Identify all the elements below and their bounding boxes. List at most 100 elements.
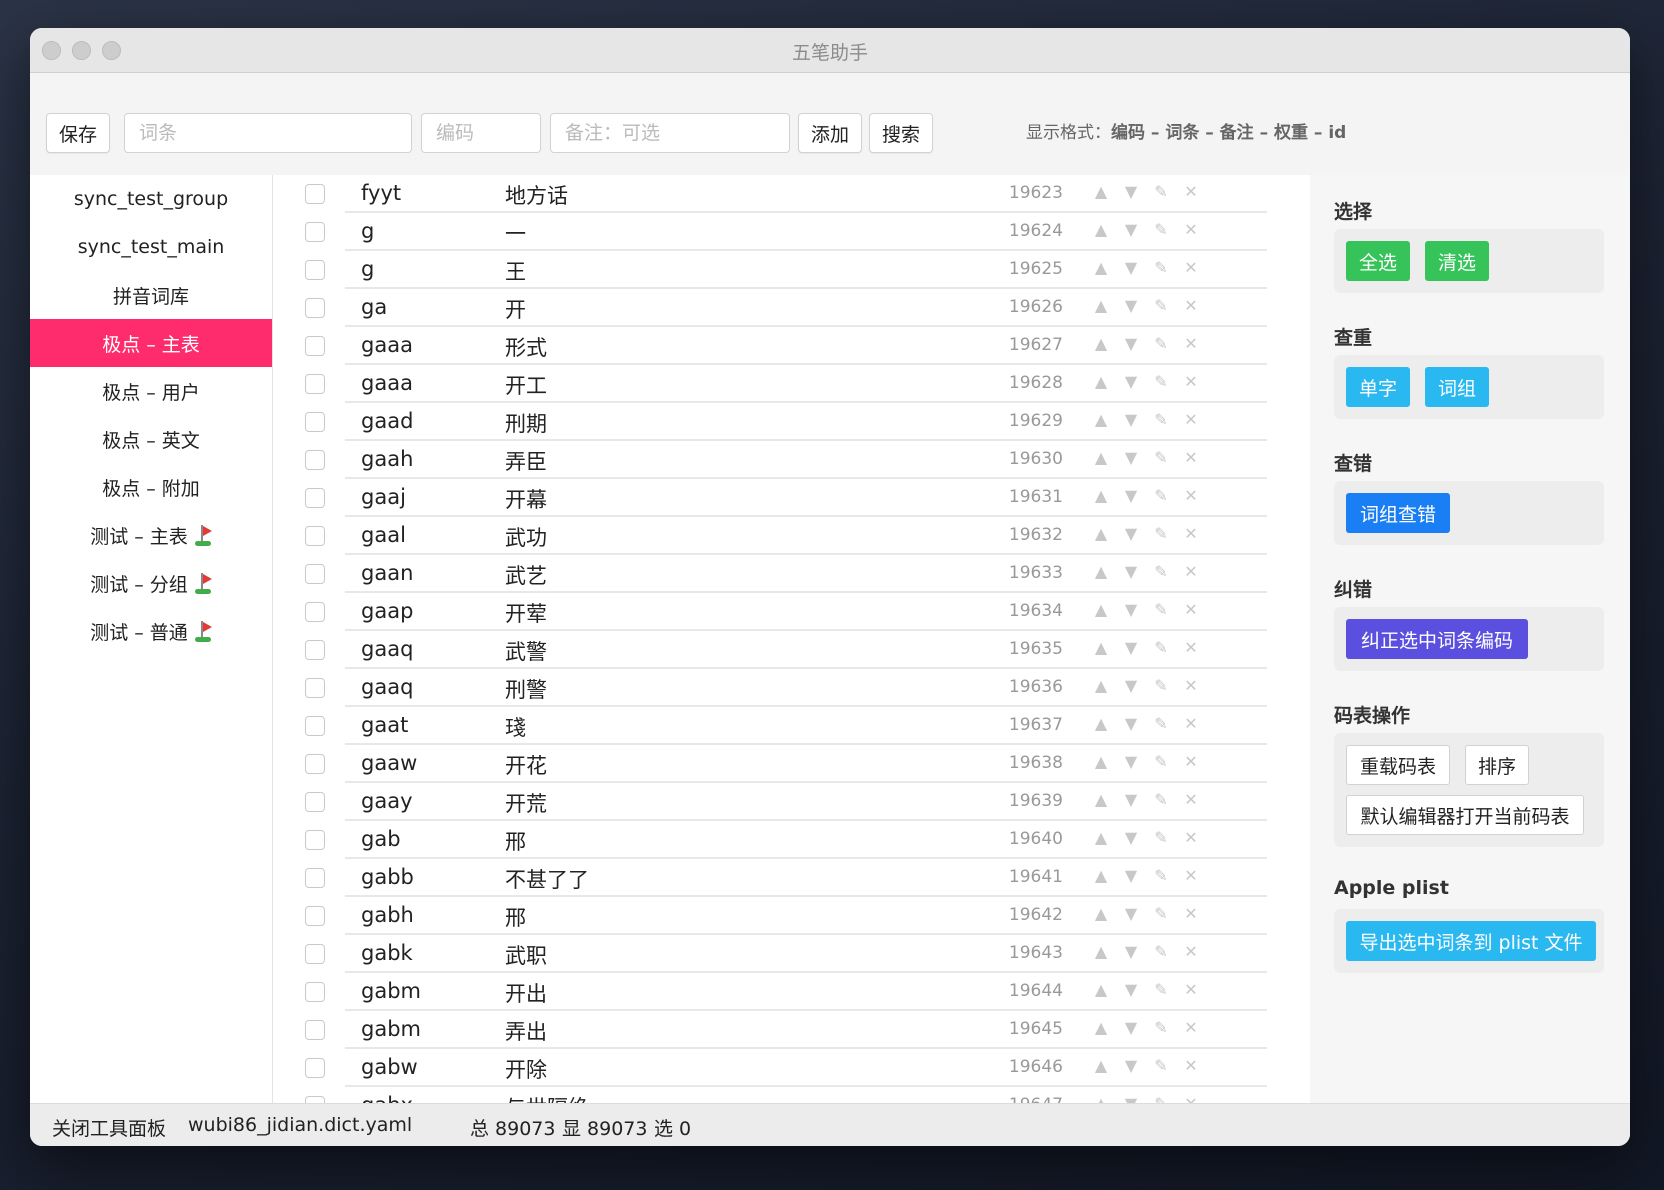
delete-icon[interactable]: ✕ [1181, 866, 1201, 885]
delete-icon[interactable]: ✕ [1181, 752, 1201, 771]
row-checkbox[interactable] [305, 716, 325, 736]
move-down-icon[interactable]: ▼ [1121, 296, 1141, 315]
move-down-icon[interactable]: ▼ [1121, 866, 1141, 885]
select-all-button[interactable]: 全选 [1346, 241, 1410, 281]
edit-icon[interactable]: ✎ [1151, 524, 1171, 543]
edit-icon[interactable]: ✎ [1151, 752, 1171, 771]
table-row[interactable]: fyyt 地方话 19623 ▲ ▼ ✎ ✕ [273, 175, 1280, 213]
move-down-icon[interactable]: ▼ [1121, 524, 1141, 543]
row-checkbox[interactable] [305, 678, 325, 698]
edit-icon[interactable]: ✎ [1151, 600, 1171, 619]
row-checkbox[interactable] [305, 260, 325, 280]
move-up-icon[interactable]: ▲ [1091, 980, 1111, 999]
table-row[interactable]: g 王 19625 ▲ ▼ ✎ ✕ [273, 251, 1280, 289]
move-up-icon[interactable]: ▲ [1091, 790, 1111, 809]
delete-icon[interactable]: ✕ [1181, 980, 1201, 999]
edit-icon[interactable]: ✎ [1151, 828, 1171, 847]
move-up-icon[interactable]: ▲ [1091, 600, 1111, 619]
edit-icon[interactable]: ✎ [1151, 182, 1171, 201]
row-checkbox[interactable] [305, 830, 325, 850]
table-row[interactable]: gaat 琖 19637 ▲ ▼ ✎ ✕ [273, 707, 1280, 745]
edit-icon[interactable]: ✎ [1151, 866, 1171, 885]
edit-icon[interactable]: ✎ [1151, 904, 1171, 923]
sidebar-item[interactable]: sync_test_group [30, 175, 272, 223]
move-up-icon[interactable]: ▲ [1091, 372, 1111, 391]
row-checkbox[interactable] [305, 298, 325, 318]
row-checkbox[interactable] [305, 1020, 325, 1040]
sidebar-item[interactable]: 极点 – 用户 [30, 367, 272, 415]
move-down-icon[interactable]: ▼ [1121, 714, 1141, 733]
move-down-icon[interactable]: ▼ [1121, 828, 1141, 847]
sidebar-item[interactable]: sync_test_main [30, 223, 272, 271]
row-checkbox[interactable] [305, 754, 325, 774]
entry-input[interactable]: 词条 [124, 113, 412, 153]
move-down-icon[interactable]: ▼ [1121, 220, 1141, 239]
delete-icon[interactable]: ✕ [1181, 220, 1201, 239]
sidebar-item[interactable]: 测试 – 分组 [30, 559, 272, 607]
edit-icon[interactable]: ✎ [1151, 942, 1171, 961]
dedupe-single-button[interactable]: 单字 [1346, 367, 1410, 407]
row-checkbox[interactable] [305, 982, 325, 1002]
delete-icon[interactable]: ✕ [1181, 562, 1201, 581]
edit-icon[interactable]: ✎ [1151, 790, 1171, 809]
row-checkbox[interactable] [305, 602, 325, 622]
table-row[interactable]: gaay 开荒 19639 ▲ ▼ ✎ ✕ [273, 783, 1280, 821]
note-input[interactable]: 备注：可选 [550, 113, 790, 153]
move-down-icon[interactable]: ▼ [1121, 980, 1141, 999]
table-row[interactable]: gaal 武功 19632 ▲ ▼ ✎ ✕ [273, 517, 1280, 555]
table-row[interactable]: g 一 19624 ▲ ▼ ✎ ✕ [273, 213, 1280, 251]
move-up-icon[interactable]: ▲ [1091, 904, 1111, 923]
table-row[interactable]: gabb 不甚了了 19641 ▲ ▼ ✎ ✕ [273, 859, 1280, 897]
move-up-icon[interactable]: ▲ [1091, 1018, 1111, 1037]
delete-icon[interactable]: ✕ [1181, 714, 1201, 733]
move-down-icon[interactable]: ▼ [1121, 752, 1141, 771]
delete-icon[interactable]: ✕ [1181, 296, 1201, 315]
clear-selection-button[interactable]: 清选 [1425, 241, 1489, 281]
row-checkbox[interactable] [305, 222, 325, 242]
code-input[interactable]: 编码 [421, 113, 541, 153]
row-checkbox[interactable] [305, 564, 325, 584]
table-row[interactable]: gaaj 开幕 19631 ▲ ▼ ✎ ✕ [273, 479, 1280, 517]
edit-icon[interactable]: ✎ [1151, 562, 1171, 581]
table-row[interactable]: gaan 武艺 19633 ▲ ▼ ✎ ✕ [273, 555, 1280, 593]
edit-icon[interactable]: ✎ [1151, 1056, 1171, 1075]
sidebar-item[interactable]: 测试 – 主表 [30, 511, 272, 559]
row-checkbox[interactable] [305, 792, 325, 812]
edit-icon[interactable]: ✎ [1151, 980, 1171, 999]
table-row[interactable]: gaaq 武警 19635 ▲ ▼ ✎ ✕ [273, 631, 1280, 669]
sidebar-item[interactable]: 测试 – 普通 [30, 607, 272, 655]
move-up-icon[interactable]: ▲ [1091, 752, 1111, 771]
edit-icon[interactable]: ✎ [1151, 220, 1171, 239]
row-checkbox[interactable] [305, 944, 325, 964]
delete-icon[interactable]: ✕ [1181, 942, 1201, 961]
move-down-icon[interactable]: ▼ [1121, 600, 1141, 619]
edit-icon[interactable]: ✎ [1151, 258, 1171, 277]
fix-selected-codes-button[interactable]: 纠正选中词条编码 [1346, 619, 1528, 659]
row-checkbox[interactable] [305, 374, 325, 394]
move-up-icon[interactable]: ▲ [1091, 828, 1111, 847]
move-up-icon[interactable]: ▲ [1091, 866, 1111, 885]
add-button[interactable]: 添加 [798, 113, 862, 153]
move-down-icon[interactable]: ▼ [1121, 486, 1141, 505]
move-up-icon[interactable]: ▲ [1091, 524, 1111, 543]
edit-icon[interactable]: ✎ [1151, 714, 1171, 733]
table-row[interactable]: gaaw 开花 19638 ▲ ▼ ✎ ✕ [273, 745, 1280, 783]
move-down-icon[interactable]: ▼ [1121, 562, 1141, 581]
move-down-icon[interactable]: ▼ [1121, 1018, 1141, 1037]
table-row[interactable]: gaah 弄臣 19630 ▲ ▼ ✎ ✕ [273, 441, 1280, 479]
move-up-icon[interactable]: ▲ [1091, 182, 1111, 201]
table-row[interactable]: gab 邢 19640 ▲ ▼ ✎ ✕ [273, 821, 1280, 859]
move-down-icon[interactable]: ▼ [1121, 258, 1141, 277]
move-up-icon[interactable]: ▲ [1091, 714, 1111, 733]
table-row[interactable]: gabk 武职 19643 ▲ ▼ ✎ ✕ [273, 935, 1280, 973]
table-row[interactable]: gaad 刑期 19629 ▲ ▼ ✎ ✕ [273, 403, 1280, 441]
reload-table-button[interactable]: 重载码表 [1346, 745, 1450, 785]
row-checkbox[interactable] [305, 488, 325, 508]
row-checkbox[interactable] [305, 412, 325, 432]
sort-button[interactable]: 排序 [1465, 745, 1529, 785]
move-up-icon[interactable]: ▲ [1091, 220, 1111, 239]
delete-icon[interactable]: ✕ [1181, 524, 1201, 543]
move-down-icon[interactable]: ▼ [1121, 448, 1141, 467]
move-down-icon[interactable]: ▼ [1121, 638, 1141, 657]
table-row[interactable]: gaap 开荤 19634 ▲ ▼ ✎ ✕ [273, 593, 1280, 631]
